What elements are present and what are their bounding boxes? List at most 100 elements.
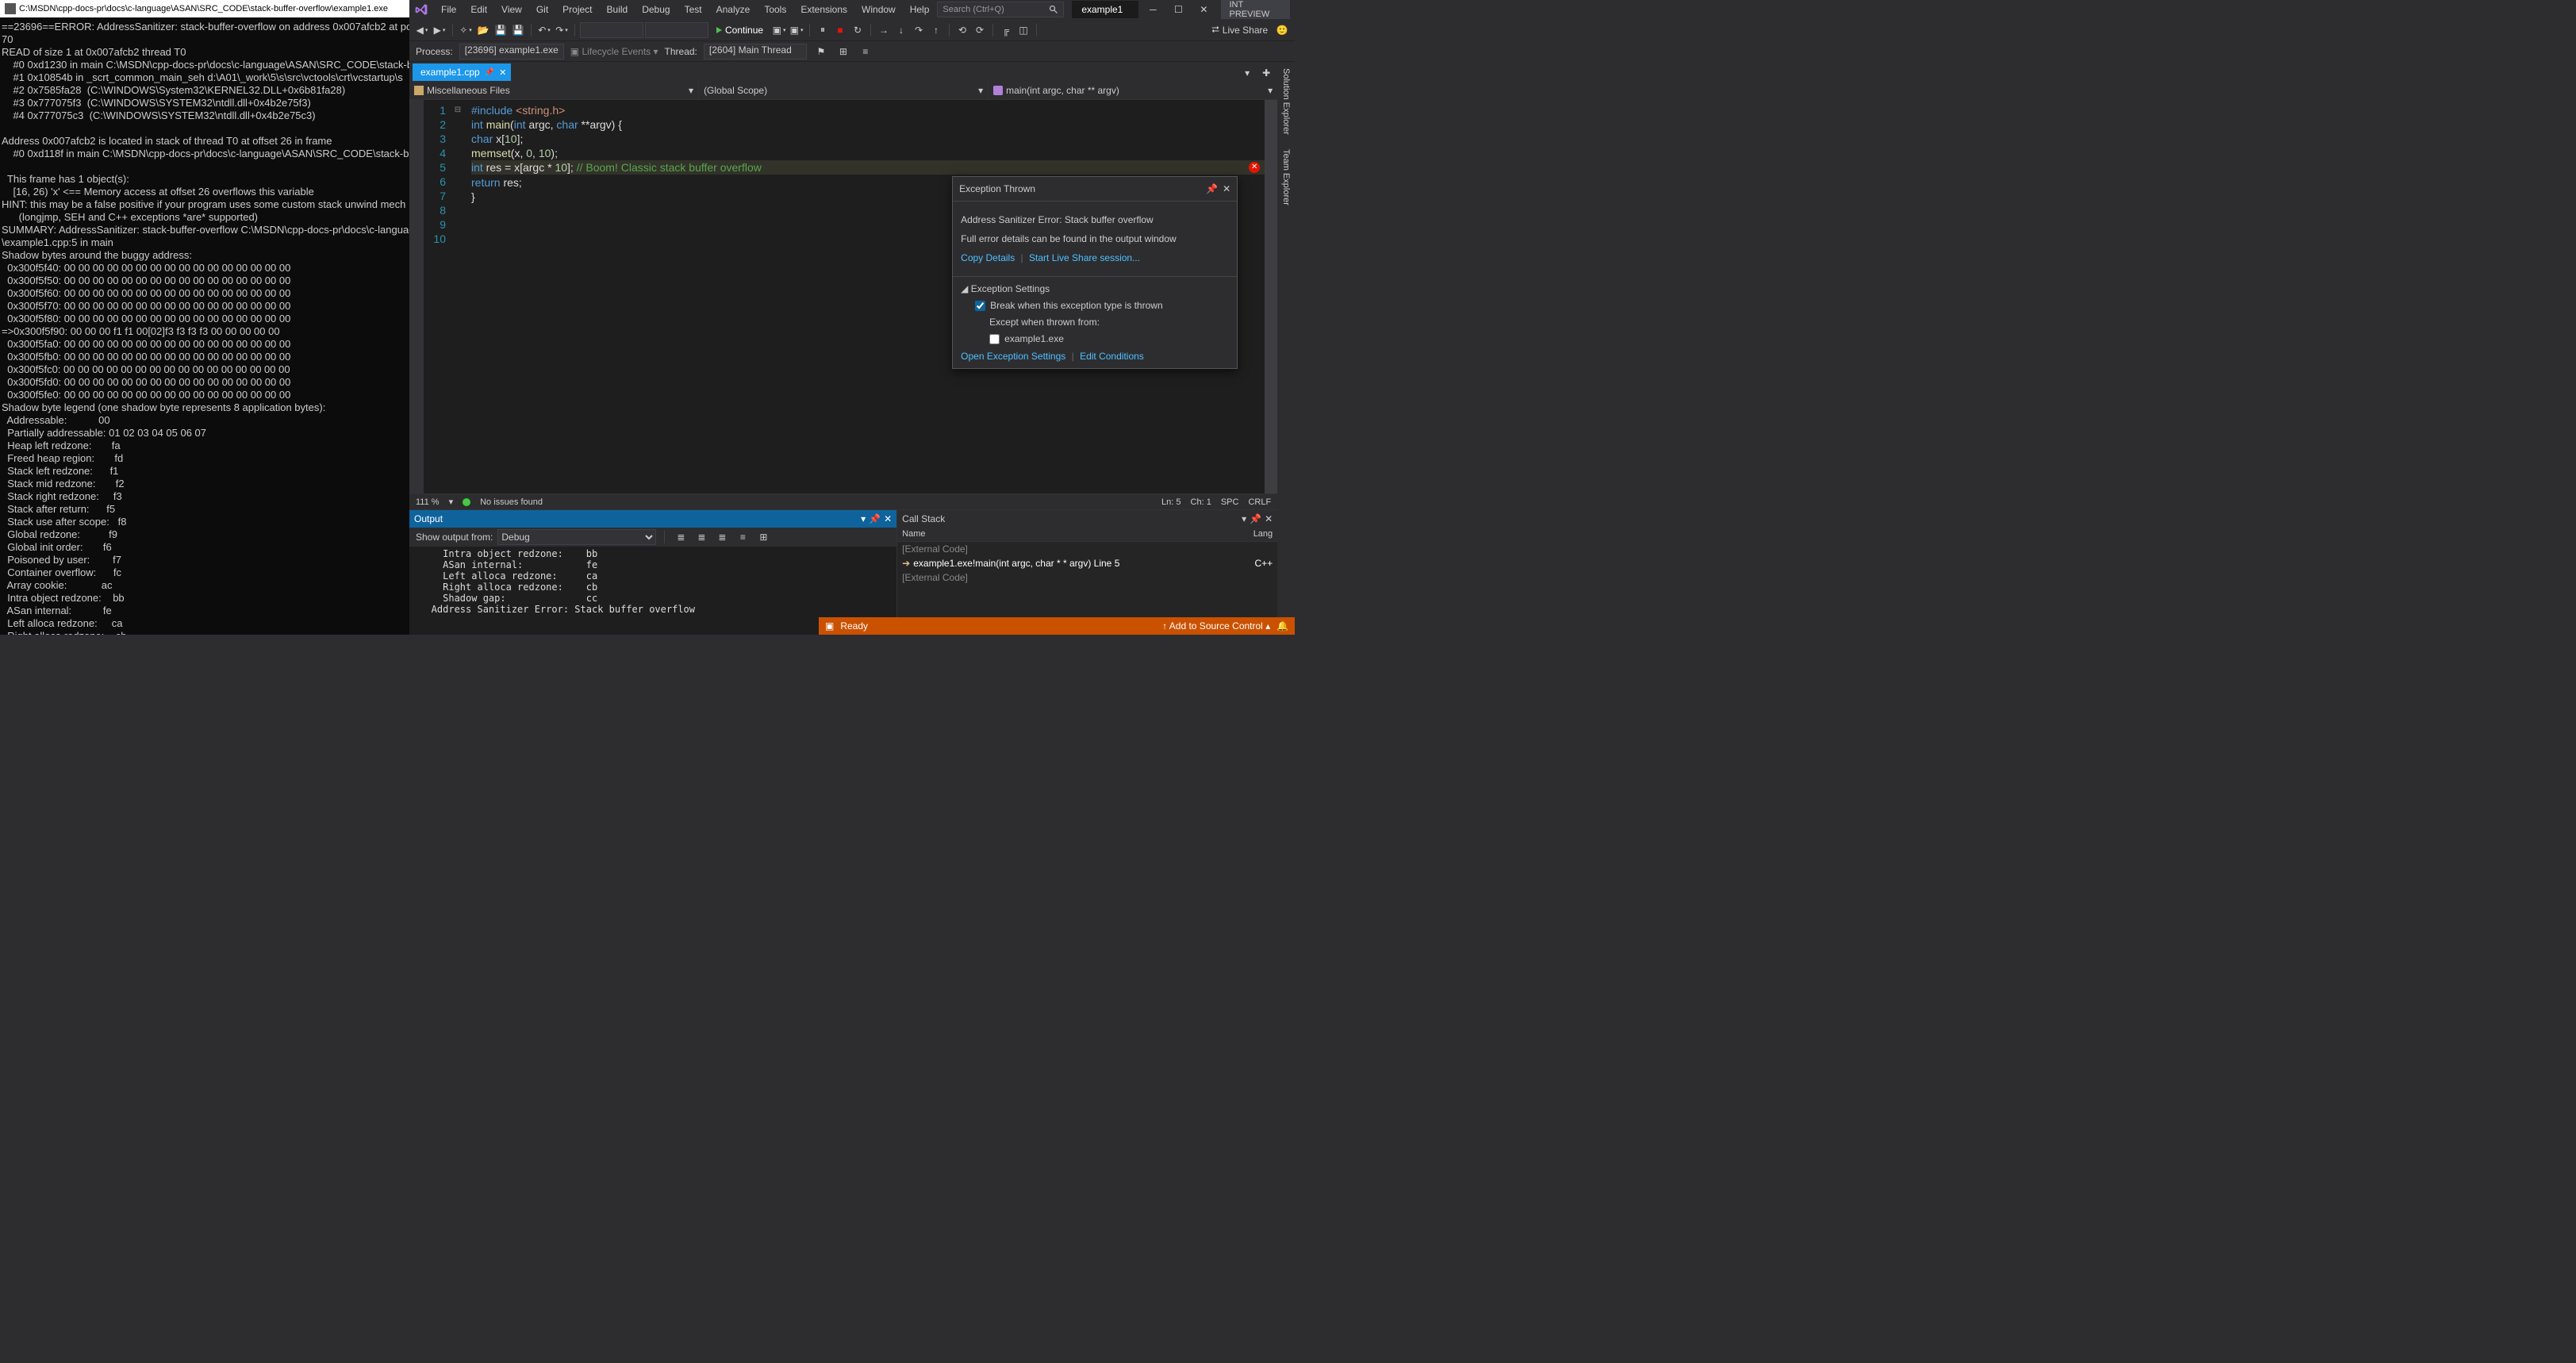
- thread-dropdown[interactable]: [2604] Main Thread: [704, 44, 807, 60]
- code-text[interactable]: #include <string.h> int main(int argc, c…: [463, 100, 1265, 493]
- platform-dropdown[interactable]: [645, 22, 708, 38]
- menu-build[interactable]: Build: [601, 2, 635, 17]
- continue-button[interactable]: Continue: [710, 21, 770, 39]
- threads-button[interactable]: ⊞: [835, 44, 851, 60]
- spaces-indicator[interactable]: SPC: [1221, 497, 1239, 507]
- stack-button[interactable]: ≡: [858, 44, 873, 60]
- add-source-control-button[interactable]: ↑ Add to Source Control ▴: [1162, 620, 1270, 632]
- menu-view[interactable]: View: [495, 2, 528, 17]
- menu-debug[interactable]: Debug: [635, 2, 676, 17]
- menu-edit[interactable]: Edit: [464, 2, 493, 17]
- tab-example1-cpp[interactable]: example1.cpp 📌 ✕: [413, 63, 511, 81]
- solution-explorer-tab[interactable]: Solution Explorer: [1280, 65, 1292, 138]
- tool-d-button[interactable]: ◫: [1015, 22, 1031, 38]
- process-dropdown[interactable]: [23696] example1.exe: [459, 44, 564, 60]
- notifications-button[interactable]: 🔔: [1276, 620, 1288, 632]
- exception-settings-expander[interactable]: ◢ Exception Settings: [961, 282, 1229, 296]
- nav-scope-dropdown[interactable]: (Global Scope)▾: [699, 81, 989, 99]
- tool-a-button[interactable]: ⟲: [954, 22, 970, 38]
- maximize-button[interactable]: ☐: [1167, 2, 1189, 17]
- output-header[interactable]: Output ▾ 📌 ✕: [409, 510, 896, 528]
- out-btn-e[interactable]: ⊞: [755, 529, 771, 545]
- menu-test[interactable]: Test: [678, 2, 708, 17]
- stop-button[interactable]: ■: [832, 22, 848, 38]
- step-over-button[interactable]: ↷: [911, 22, 927, 38]
- nav-project-dropdown[interactable]: Miscellaneous Files▾: [409, 81, 699, 99]
- close-button[interactable]: ✕: [1192, 2, 1215, 17]
- output-source-dropdown[interactable]: Debug: [497, 529, 656, 545]
- lineending-indicator[interactable]: CRLF: [1248, 497, 1271, 507]
- config-dropdown[interactable]: [580, 22, 643, 38]
- output-dropdown-icon[interactable]: ▾: [861, 513, 866, 524]
- open-exception-settings-link[interactable]: Open Exception Settings: [961, 351, 1065, 362]
- exception-pin-button[interactable]: 📌: [1206, 182, 1218, 196]
- edit-conditions-link[interactable]: Edit Conditions: [1080, 351, 1144, 362]
- lifecycle-dropdown[interactable]: ▣ Lifecycle Events ▾: [570, 46, 658, 57]
- menu-extensions[interactable]: Extensions: [794, 2, 854, 17]
- editor-scrollbar[interactable]: [1265, 100, 1277, 493]
- copy-details-link[interactable]: Copy Details: [961, 252, 1015, 263]
- tool-b-button[interactable]: ⟳: [972, 22, 988, 38]
- tab-menu-button[interactable]: ▾: [1239, 65, 1255, 81]
- step-out-button[interactable]: ↑: [928, 22, 944, 38]
- run-button[interactable]: ▣: [789, 22, 804, 38]
- start-liveshare-link[interactable]: Start Live Share session...: [1029, 252, 1140, 263]
- indicator-margin[interactable]: [409, 100, 424, 493]
- nav-fwd-button[interactable]: ▶: [432, 22, 447, 38]
- error-dot-icon[interactable]: ✕: [1249, 162, 1260, 173]
- minimize-button[interactable]: ─: [1142, 2, 1164, 17]
- module-checkbox[interactable]: example1.exe: [989, 332, 1229, 346]
- pin-icon[interactable]: 📌: [485, 68, 494, 77]
- nav-function-dropdown[interactable]: main(int argc, char ** argv)▾: [989, 81, 1277, 99]
- outline-margin[interactable]: ⊟: [452, 100, 463, 493]
- menu-analyze[interactable]: Analyze: [710, 2, 757, 17]
- menu-git[interactable]: Git: [530, 2, 555, 17]
- menu-window[interactable]: Window: [855, 2, 902, 17]
- callstack-close-icon[interactable]: ✕: [1265, 513, 1273, 524]
- out-btn-a[interactable]: ≣: [673, 529, 689, 545]
- break-checkbox[interactable]: Break when this exception type is thrown: [975, 298, 1229, 313]
- pause-button[interactable]: ⏸: [815, 22, 831, 38]
- exception-close-button[interactable]: ✕: [1223, 182, 1230, 196]
- restart-button[interactable]: ↻: [850, 22, 866, 38]
- flag-button[interactable]: ⚑: [813, 44, 829, 60]
- new-item-button[interactable]: ✧: [458, 22, 474, 38]
- char-indicator[interactable]: Ch: 1: [1191, 497, 1211, 507]
- liveshare-button[interactable]: ⮂ Live Share: [1207, 24, 1273, 36]
- save-all-button[interactable]: 💾: [510, 22, 526, 38]
- team-explorer-tab[interactable]: Team Explorer: [1280, 146, 1292, 209]
- next-statement-button[interactable]: →: [876, 22, 892, 38]
- open-button[interactable]: 📂: [475, 22, 491, 38]
- zoom-level[interactable]: 111 %: [416, 497, 440, 507]
- feedback-button[interactable]: 🙂: [1274, 22, 1290, 38]
- code-editor[interactable]: 12345678910 ⊟ #include <string.h> int ma…: [409, 100, 1277, 493]
- output-close-icon[interactable]: ✕: [884, 513, 892, 524]
- menu-file[interactable]: File: [435, 2, 463, 17]
- tab-add-button[interactable]: ✚: [1258, 65, 1274, 81]
- nav-back-button[interactable]: ◀: [414, 22, 430, 38]
- console-output[interactable]: ==23696==ERROR: AddressSanitizer: stack-…: [0, 17, 409, 635]
- search-box[interactable]: Search (Ctrl+Q): [937, 2, 1064, 17]
- callstack-dropdown-icon[interactable]: ▾: [1242, 513, 1246, 524]
- callstack-header[interactable]: Call Stack ▾ 📌 ✕: [897, 510, 1277, 528]
- redo-button[interactable]: ↷: [554, 22, 570, 38]
- out-btn-c[interactable]: ≣: [714, 529, 730, 545]
- line-indicator[interactable]: Ln: 5: [1161, 497, 1181, 507]
- output-pin-icon[interactable]: 📌: [869, 513, 881, 524]
- run-target-button[interactable]: ▣: [771, 22, 787, 38]
- step-into-button[interactable]: ↓: [893, 22, 909, 38]
- out-btn-b[interactable]: ≣: [693, 529, 709, 545]
- except-from-label: Except when thrown from:: [989, 315, 1229, 329]
- save-button[interactable]: 💾: [493, 22, 509, 38]
- callstack-pin-icon[interactable]: 📌: [1250, 513, 1261, 524]
- menu-help[interactable]: Help: [904, 2, 936, 17]
- menu-project[interactable]: Project: [556, 2, 598, 17]
- tool-c-button[interactable]: ╔: [998, 22, 1014, 38]
- close-tab-icon[interactable]: ✕: [499, 67, 506, 78]
- menu-tools[interactable]: Tools: [758, 2, 793, 17]
- out-btn-d[interactable]: ≡: [735, 529, 751, 545]
- undo-button[interactable]: ↶: [536, 22, 552, 38]
- callstack-row: [External Code]: [897, 542, 1277, 556]
- callstack-columns[interactable]: Name Lang: [897, 528, 1277, 542]
- console-titlebar[interactable]: C:\MSDN\cpp-docs-pr\docs\c-language\ASAN…: [0, 0, 409, 17]
